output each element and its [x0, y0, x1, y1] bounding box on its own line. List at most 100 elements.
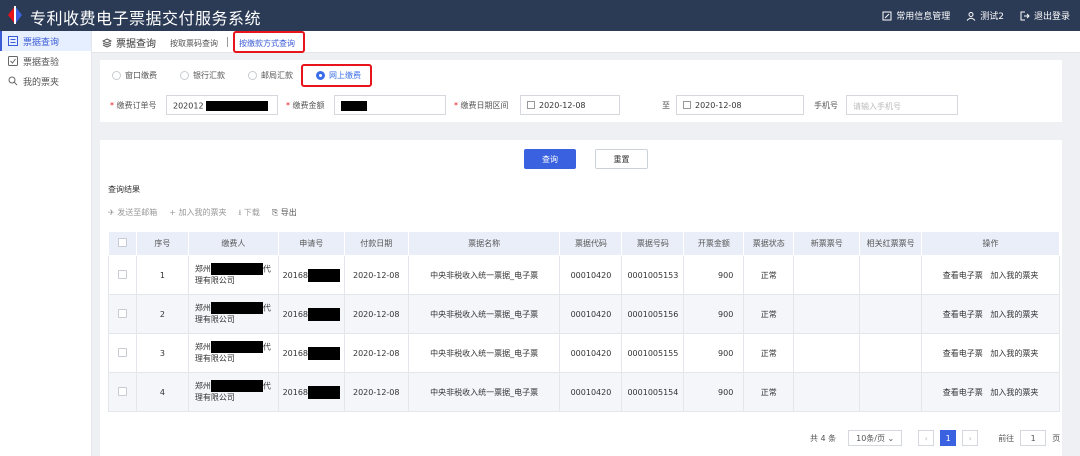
view-ticket-link[interactable]: 查看电子票	[943, 310, 983, 319]
view-ticket-link[interactable]: 查看电子票	[943, 349, 983, 358]
checkbox[interactable]	[117, 269, 127, 279]
radio-dot	[248, 71, 257, 80]
add-to-folder-link[interactable]: 加入我的票夹	[990, 271, 1038, 280]
next-page-button[interactable]: ›	[962, 430, 979, 446]
add-to-folder-link[interactable]: 加入我的票夹	[990, 349, 1038, 358]
edit-icon	[882, 11, 892, 20]
table-row: 1 郑州代理有限公司 20168 2020-12-08 中央非税收入统一票据_电子票 00…	[108, 255, 1060, 295]
add-to-folder-link[interactable]: 加入我的票夹	[990, 388, 1038, 397]
user-menu[interactable]: 测试2	[966, 9, 1004, 22]
tab-ticket-query[interactable]: 票据查询	[102, 35, 156, 50]
sidebar-item-ticket-query[interactable]: 票据查询	[0, 31, 91, 51]
cell-ticket-code: 00010420	[559, 333, 623, 373]
prev-page-button[interactable]: ‹	[918, 430, 935, 446]
total-count: 共 4 条	[810, 433, 837, 443]
redacted-block	[341, 101, 367, 111]
phone-input[interactable]: 请输入手机号	[846, 95, 958, 115]
col-header: 缴费人	[187, 231, 279, 256]
export-button[interactable]: ⎘ 导出	[272, 207, 297, 221]
checkbox[interactable]	[117, 386, 127, 396]
table-header-row: 序号 缴费人 申请号 付款日期 票据名称 票据代码 票据号码 开票金额 票据状态…	[108, 231, 1060, 256]
logout-button[interactable]: 退出登录	[1020, 9, 1070, 22]
cell-ticket-name: 中央非税收入统一票据_电子票	[407, 372, 561, 412]
radio-dot	[180, 71, 189, 80]
radio-window[interactable]: 窗口缴费	[112, 70, 168, 81]
table-row: 3 郑州代理有限公司 20168 2020-12-08 中央非税收入统一票据_电子票 00…	[108, 333, 1060, 373]
checkbox[interactable]	[117, 238, 127, 247]
cell-ticket-code: 00010420	[559, 294, 623, 334]
cell-ticket-number: 0001005155	[621, 333, 685, 373]
radio-dot	[112, 71, 121, 80]
send-email-button[interactable]: ✈ 发送至邮箱	[108, 207, 157, 221]
tab-separator	[227, 37, 228, 47]
cell-actions: 查看电子票 加入我的票夹	[921, 333, 1060, 373]
row-select[interactable]	[108, 294, 137, 334]
search-button[interactable]: 查询	[524, 149, 576, 169]
cell-payer: 郑州代理有限公司	[187, 333, 279, 373]
date-from-input[interactable]: 2020-12-08	[520, 95, 620, 115]
view-ticket-link[interactable]: 查看电子票	[943, 271, 983, 280]
results-panel: 查询 重置 查询结果 ✈ 发送至邮箱 + 加入我的票夹 ⭳ 下载 ⎘ 导出 序号…	[100, 140, 1062, 456]
cell-date: 2020-12-08	[343, 372, 409, 412]
col-header: 申请号	[277, 231, 345, 256]
tab-by-code[interactable]: 按取票码查询	[170, 38, 218, 49]
cell-ticket-code: 00010420	[559, 372, 623, 412]
radio-bank[interactable]: 银行汇款	[180, 70, 236, 81]
common-info-link[interactable]: 常用信息管理	[882, 9, 950, 22]
checkbox[interactable]	[117, 308, 127, 318]
row-select[interactable]	[108, 255, 137, 295]
cell-amount: 900	[683, 255, 745, 295]
redacted-block	[210, 301, 263, 314]
date-label: * 缴费日期区间	[454, 101, 509, 110]
cell-date: 2020-12-08	[343, 255, 409, 295]
reset-button[interactable]: 重置	[595, 149, 648, 169]
radio-post[interactable]: 邮局汇款	[248, 70, 304, 81]
calendar-icon	[683, 101, 691, 109]
sidebar: 票据查询 票据查验 我的票夹	[0, 31, 92, 456]
cell-no: 1	[135, 255, 189, 295]
sidebar-item-my-folder[interactable]: 我的票夹	[0, 71, 91, 91]
user-icon	[966, 11, 976, 21]
date-to-input[interactable]: 2020-12-08	[676, 95, 804, 115]
col-header: 票据代码	[559, 231, 623, 256]
checkbox[interactable]	[117, 347, 127, 357]
cell-amount: 900	[683, 294, 745, 334]
cell-new-ticket	[793, 255, 861, 295]
pagination: 共 4 条 10条/页 ⌄ ‹ 1 › 前往 1 页	[810, 430, 1060, 446]
header-select-all[interactable]	[108, 231, 137, 256]
amount-label: * 缴费金额	[286, 101, 325, 110]
goto-page-input[interactable]: 1	[1020, 430, 1047, 446]
cell-actions: 查看电子票 加入我的票夹	[921, 372, 1060, 412]
row-select[interactable]	[108, 372, 137, 412]
cell-ticket-number: 0001005154	[621, 372, 685, 412]
cell-red-ticket	[859, 294, 923, 334]
download-button[interactable]: ⭳ 下载	[239, 207, 260, 221]
amount-input[interactable]	[334, 95, 446, 115]
cell-red-ticket	[859, 333, 923, 373]
cell-new-ticket	[793, 294, 861, 334]
cell-payer: 郑州代理有限公司	[187, 294, 279, 334]
cell-payer: 郑州代理有限公司	[187, 372, 279, 412]
search-icon	[8, 76, 18, 86]
cell-new-ticket	[793, 372, 861, 412]
add-to-folder-link[interactable]: 加入我的票夹	[990, 310, 1038, 319]
order-input[interactable]: 202012	[166, 95, 278, 115]
sidebar-item-ticket-verify[interactable]: 票据查验	[0, 51, 91, 71]
cell-date: 2020-12-08	[343, 294, 409, 334]
order-label: * 缴费订单号	[110, 101, 157, 110]
add-folder-button[interactable]: + 加入我的票夹	[169, 207, 226, 221]
redacted-block	[210, 262, 263, 275]
cell-amount: 900	[683, 372, 745, 412]
phone-label: 手机号	[814, 101, 838, 110]
top-header: 专利收费电子票据交付服务系统 常用信息管理 测试2 退出登录	[0, 0, 1080, 31]
cell-ticket-number: 0001005156	[621, 294, 685, 334]
cell-ticket-name: 中央非税收入统一票据_电子票	[407, 255, 561, 295]
cell-app-no: 20168	[277, 372, 345, 412]
page-size-select[interactable]: 10条/页 ⌄	[848, 430, 903, 446]
view-ticket-link[interactable]: 查看电子票	[943, 388, 983, 397]
row-select[interactable]	[108, 333, 137, 373]
col-header: 操作	[921, 231, 1060, 256]
redacted-block	[210, 340, 263, 353]
results-table: 序号 缴费人 申请号 付款日期 票据名称 票据代码 票据号码 开票金额 票据状态…	[108, 231, 1060, 412]
page-number-current[interactable]: 1	[940, 430, 957, 446]
